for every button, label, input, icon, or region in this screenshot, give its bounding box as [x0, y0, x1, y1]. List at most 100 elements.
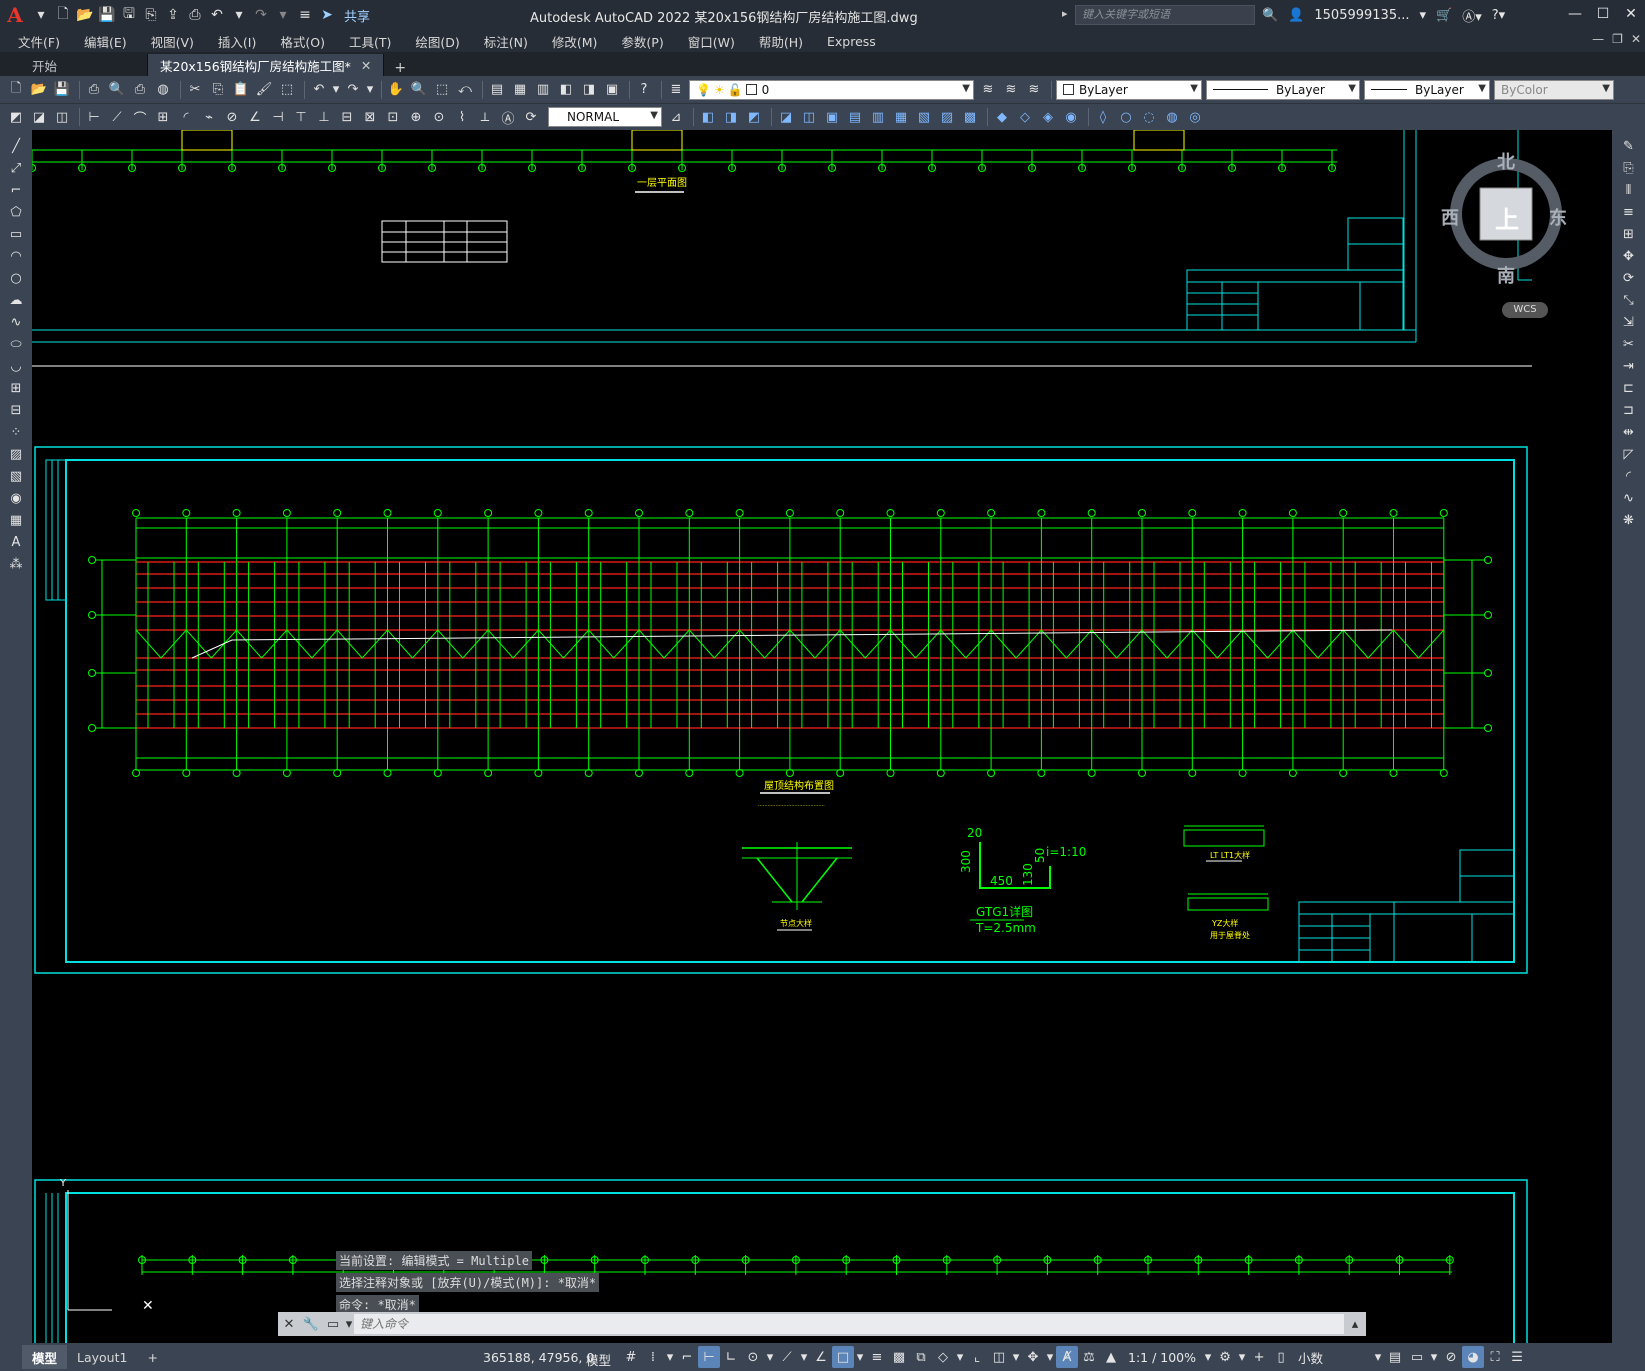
- separate-icon[interactable]: ◈: [1038, 107, 1058, 127]
- new-file-icon[interactable]: 🗋: [52, 4, 74, 26]
- tab-document[interactable]: 某20x156钢结构厂房结构施工图* ✕: [148, 54, 385, 76]
- solid-history-icon[interactable]: ◎: [1185, 107, 1205, 127]
- dim-break-icon[interactable]: ⊠: [360, 107, 380, 127]
- block-editor-icon[interactable]: ⬚: [277, 80, 297, 100]
- gizmo-dropdown-icon[interactable]: ▾: [1044, 1346, 1056, 1368]
- dim-update-icon[interactable]: ⟳: [521, 107, 541, 127]
- annotation-scale-value[interactable]: 1:1 / 100%: [1128, 1350, 1196, 1365]
- clean-icon[interactable]: ◇: [1015, 107, 1035, 127]
- viewcube[interactable]: 北 南 东 西 上: [1441, 148, 1567, 287]
- grid-icon[interactable]: #: [620, 1346, 642, 1368]
- viewcube-top-face[interactable]: 上: [1495, 200, 1519, 235]
- selection-filter-icon[interactable]: ◫: [988, 1346, 1010, 1368]
- workspace-dropdown-icon[interactable]: ▾: [1236, 1346, 1248, 1368]
- rotate-faces-icon[interactable]: ▥: [868, 107, 888, 127]
- ordinate-dim-icon[interactable]: ⊞: [153, 107, 173, 127]
- units-value[interactable]: 小数: [1298, 1348, 1366, 1367]
- quick-dim-icon[interactable]: ⊣: [268, 107, 288, 127]
- copy-edges-icon[interactable]: ▩: [960, 107, 980, 127]
- mirror-icon[interactable]: ⫴: [1619, 180, 1639, 200]
- join-icon[interactable]: ⇹: [1619, 422, 1639, 442]
- polyline-icon[interactable]: ⌐: [6, 180, 26, 200]
- undo-icon[interactable]: ↶: [206, 4, 228, 26]
- linetype-combo[interactable]: ByLayer ▼: [1206, 79, 1360, 100]
- dynamic-input-icon[interactable]: ⊢: [698, 1346, 720, 1368]
- rotate-icon[interactable]: ⟳: [1619, 268, 1639, 288]
- menu-help[interactable]: 帮助(H): [759, 32, 803, 51]
- 3d-print-icon[interactable]: ◍: [153, 80, 173, 100]
- viewcube-east[interactable]: 东: [1549, 204, 1567, 230]
- close-icon[interactable]: ✕: [1617, 0, 1645, 28]
- menu-parametric[interactable]: 参数(P): [621, 32, 663, 51]
- menu-modify[interactable]: 修改(M): [552, 32, 598, 51]
- explode-icon[interactable]: ❋: [1619, 510, 1639, 530]
- share-button[interactable]: 共享: [344, 6, 370, 25]
- selection-cycling-icon[interactable]: ⧉: [910, 1346, 932, 1368]
- tab-close-icon[interactable]: ✕: [361, 58, 371, 73]
- arc-length-icon[interactable]: ⌒: [130, 107, 150, 127]
- osnap-icon[interactable]: □: [832, 1346, 854, 1368]
- open-icon[interactable]: 📂: [29, 80, 49, 100]
- spline-icon[interactable]: ∿: [6, 312, 26, 332]
- zoom-realtime-icon[interactable]: 🔍: [409, 80, 429, 100]
- 3d-osnap-icon[interactable]: ◇: [932, 1346, 954, 1368]
- units-dropdown-icon[interactable]: ▾: [1372, 1346, 1384, 1368]
- polygon-icon[interactable]: ⬠: [6, 202, 26, 222]
- aligned-dim-icon[interactable]: ⟋: [107, 107, 127, 127]
- extend-icon[interactable]: ⇥: [1619, 356, 1639, 376]
- layer-combo[interactable]: 💡 ☀ 🔓 0 ▼: [689, 79, 974, 100]
- workspace-icon[interactable]: ⚙: [1214, 1346, 1236, 1368]
- qnew-icon[interactable]: 🗋: [6, 80, 26, 100]
- check-icon[interactable]: ◊: [1093, 107, 1113, 127]
- copy-object-icon[interactable]: ⎘: [1619, 158, 1639, 178]
- layer-manager-icon[interactable]: ≣: [666, 80, 686, 100]
- linear-dim-icon[interactable]: ⊢: [84, 107, 104, 127]
- lineweight-icon[interactable]: ≡: [866, 1346, 888, 1368]
- break-icon[interactable]: ⊐: [1619, 400, 1639, 420]
- center-mark-icon[interactable]: ⊕: [406, 107, 426, 127]
- blend-icon[interactable]: ∿: [1619, 488, 1639, 508]
- redo-icon[interactable]: ↷: [250, 4, 272, 26]
- move-icon[interactable]: ✥: [1619, 246, 1639, 266]
- new-tab-icon[interactable]: +: [384, 60, 416, 76]
- chamfer-icon[interactable]: ◸: [1619, 444, 1639, 464]
- help-icon[interactable]: ?: [634, 80, 654, 100]
- menu-insert[interactable]: 插入(I): [218, 32, 256, 51]
- annotation-visibility-icon[interactable]: Ⱥ: [1056, 1346, 1078, 1368]
- preview-icon[interactable]: 🔍: [107, 80, 127, 100]
- offset-faces-icon[interactable]: ▣: [822, 107, 842, 127]
- cart-icon[interactable]: 🛒: [1436, 8, 1452, 23]
- tool-palettes-icon[interactable]: ▥: [533, 80, 553, 100]
- shell-icon[interactable]: ◉: [1061, 107, 1081, 127]
- save-as-icon[interactable]: 🖫: [118, 4, 140, 26]
- angular-dim-icon[interactable]: ∠: [245, 107, 265, 127]
- break-point-icon[interactable]: ⊏: [1619, 378, 1639, 398]
- customize-command-icon[interactable]: 🔧: [300, 1317, 322, 1332]
- menu-format[interactable]: 格式(O): [280, 32, 325, 51]
- annotation-scale-icon[interactable]: ▲: [1100, 1346, 1122, 1368]
- region-icon[interactable]: ◉: [6, 488, 26, 508]
- zoom-previous-icon[interactable]: ⤺: [455, 80, 475, 100]
- extrude-faces-icon[interactable]: ◪: [776, 107, 796, 127]
- osnap-dropdown-icon[interactable]: ▾: [854, 1346, 866, 1368]
- line-icon[interactable]: ╱: [6, 136, 26, 156]
- diameter-dim-icon[interactable]: ⊘: [222, 107, 242, 127]
- search-icon[interactable]: 🔍: [1262, 8, 1278, 23]
- paste-icon[interactable]: 📋: [231, 80, 251, 100]
- circle-icon[interactable]: ○: [6, 268, 26, 288]
- add-selected-icon[interactable]: ⁂: [6, 554, 26, 574]
- markup-icon[interactable]: ◨: [579, 80, 599, 100]
- menu-express[interactable]: Express: [827, 34, 876, 49]
- scale-dropdown-icon[interactable]: ▾: [1202, 1346, 1214, 1368]
- plus-icon[interactable]: +: [1248, 1346, 1270, 1368]
- selection-filter-dropdown-icon[interactable]: ▾: [1010, 1346, 1022, 1368]
- continue-dim-icon[interactable]: ⊥: [314, 107, 334, 127]
- slice-icon[interactable]: ◌: [1139, 107, 1159, 127]
- maximize-icon[interactable]: ☐: [1589, 0, 1617, 28]
- redo-icon[interactable]: ↷: [343, 80, 363, 100]
- save-icon[interactable]: 💾: [96, 4, 118, 26]
- object-tracking-icon[interactable]: ∠: [810, 1346, 832, 1368]
- app-menu-chevron-icon[interactable]: ▾: [30, 4, 52, 26]
- customize-qat-icon[interactable]: ≡: [294, 4, 316, 26]
- cut-icon[interactable]: ✂: [185, 80, 205, 100]
